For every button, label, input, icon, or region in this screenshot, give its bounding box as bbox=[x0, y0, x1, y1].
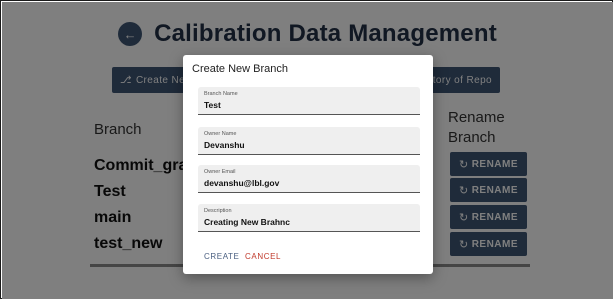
branch-name-input[interactable]: Test bbox=[204, 100, 409, 110]
create-branch-dialog: Create New Branch Branch Name Test Owner… bbox=[183, 55, 433, 274]
description-field[interactable]: Description Creating New Brahnc bbox=[198, 204, 420, 232]
app-frame: ← Calibration Data Management ⎇ Create N… bbox=[0, 0, 613, 299]
field-label: Branch Name bbox=[204, 91, 238, 97]
field-label: Owner Name bbox=[204, 131, 237, 137]
create-button[interactable]: CREATE bbox=[204, 252, 239, 261]
branch-name-field[interactable]: Branch Name Test bbox=[198, 87, 420, 115]
owner-name-input[interactable]: Devanshu bbox=[204, 140, 409, 150]
dialog-title: Create New Branch bbox=[192, 63, 288, 75]
description-input[interactable]: Creating New Brahnc bbox=[204, 217, 409, 227]
owner-email-field[interactable]: Owner Email devanshu@lbl.gov bbox=[198, 165, 420, 193]
field-label: Owner Email bbox=[204, 169, 236, 175]
owner-name-field[interactable]: Owner Name Devanshu bbox=[198, 127, 420, 155]
owner-email-input[interactable]: devanshu@lbl.gov bbox=[204, 178, 409, 188]
field-label: Description bbox=[204, 208, 232, 214]
cancel-button[interactable]: CANCEL bbox=[245, 252, 281, 261]
page: ← Calibration Data Management ⎇ Create N… bbox=[2, 2, 613, 299]
